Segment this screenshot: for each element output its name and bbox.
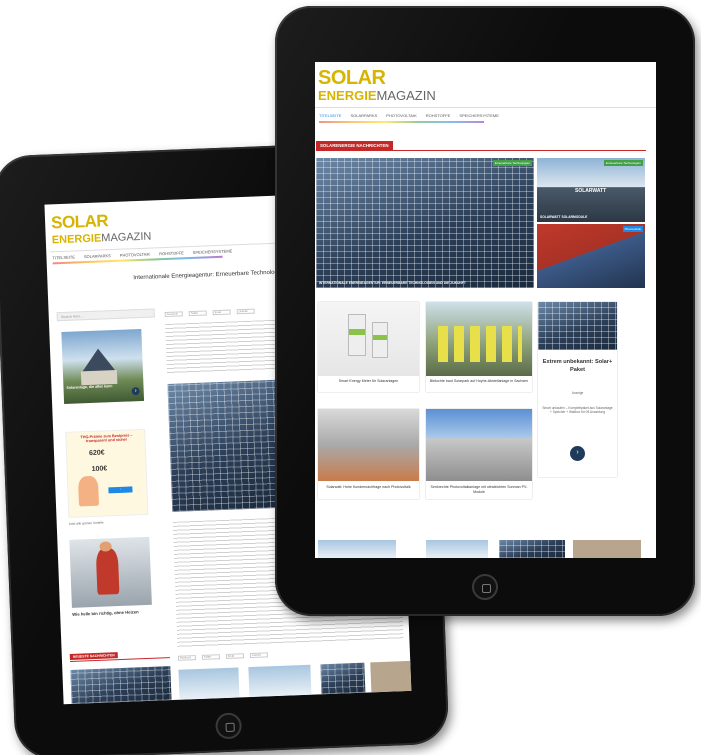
ad-label: Anzeige	[571, 391, 584, 395]
share-twitter[interactable]: Twitter	[201, 654, 221, 660]
logo-magazin: MAGAZIN	[101, 230, 152, 245]
share-bar-bottom: Facebook Twitter Email Linkedin	[177, 652, 268, 661]
news-card[interactable]: Solarwatt: Hohe Kundennachfrage nach Pho…	[318, 409, 419, 499]
ad-person	[77, 475, 100, 507]
search-input[interactable]: Search Here ...	[56, 308, 155, 322]
share-email[interactable]: Email	[212, 309, 231, 316]
section-line	[316, 150, 646, 151]
site-logo[interactable]: SOLAR ENERGIEMAGAZIN	[51, 211, 152, 248]
share-linkedin[interactable]: Linkedin	[249, 652, 268, 659]
share-twitter[interactable]: Twitter	[188, 310, 207, 317]
share-email[interactable]: Email	[225, 653, 245, 659]
share-linkedin[interactable]: Linkedin	[236, 308, 255, 315]
ad-thg[interactable]: THG-Prämie zum Bestpreis – transparent u…	[65, 428, 149, 518]
ad-text: Solaranlage, die alles kann	[66, 384, 113, 390]
related-thumb[interactable]	[178, 667, 240, 700]
card-image	[318, 409, 419, 481]
ad-thg-title: THG-Prämie zum Bestpreis – transparent u…	[80, 433, 133, 444]
meter-device	[372, 322, 388, 358]
card-caption[interactable]: Bietochte baut Solarpark auf Hoyhe-Abste…	[429, 379, 529, 384]
logo-energie: ENERGIE	[318, 88, 377, 103]
logo-magazin: MAGAZIN	[376, 88, 436, 103]
nav-top-line	[315, 107, 656, 108]
nav-item[interactable]: Photovoltaik	[386, 113, 416, 118]
home-button[interactable]	[215, 712, 243, 740]
nav-item[interactable]: Solarparks	[350, 113, 377, 118]
hero-badge[interactable]: Erneuerbare Technologien	[492, 160, 532, 166]
news-card[interactable]: Senkrechte Photovoltaikanlage mit ultral…	[426, 409, 532, 499]
bottom-thumb[interactable]	[499, 540, 565, 558]
related-thumb[interactable]	[370, 660, 412, 693]
bottom-thumb[interactable]	[426, 540, 488, 558]
site-logo[interactable]: SOLAR ENERGIEMAGAZIN	[318, 68, 436, 104]
nav-item[interactable]: Speichersysteme	[459, 113, 499, 118]
front-screen: SOLAR ENERGIEMAGAZIN Titelseite Solarpar…	[315, 62, 656, 558]
ad-arrow-button[interactable]: ›	[570, 446, 585, 461]
card-caption[interactable]: Smart Energy Meter für Solaranlagen	[321, 379, 416, 384]
worker-figure	[95, 548, 120, 595]
card-image	[426, 409, 532, 481]
side1-badge[interactable]: Erneuerbare Technologien	[603, 160, 643, 166]
card-image	[426, 302, 532, 376]
card-image	[318, 302, 419, 376]
solarwatt-logo: SOLARWATT	[575, 188, 607, 194]
ad-worker[interactable]	[69, 536, 152, 608]
ad-thg-caption: Jetzt alle grünen Vorteile	[68, 520, 104, 526]
hero-caption[interactable]: Internationale Energieagentur: Erneuerba…	[319, 281, 529, 285]
ad-thg-price2: 100€	[91, 465, 108, 473]
nav-item[interactable]: Titelseite	[319, 113, 341, 118]
share-facebook[interactable]: Facebook	[164, 311, 183, 318]
nav-underline	[319, 121, 484, 123]
front-tablet: SOLAR ENERGIEMAGAZIN Titelseite Solarpar…	[275, 6, 695, 616]
ad-image	[538, 302, 617, 350]
home-button[interactable]	[472, 574, 498, 600]
related-thumb[interactable]	[320, 662, 366, 695]
logo-line1: SOLAR	[318, 67, 386, 89]
ad-arrow-icon[interactable]: ›	[131, 387, 140, 396]
card-caption[interactable]: Senkrechte Photovoltaikanlage mit ultral…	[429, 485, 529, 495]
bottom-thumb[interactable]	[573, 540, 641, 558]
bottom-thumb[interactable]	[318, 540, 396, 558]
logo-line1: SOLAR	[50, 211, 109, 233]
card-caption[interactable]: Solarwatt: Hohe Kundennachfrage nach Pho…	[321, 485, 416, 490]
share-bar-top: Facebook Twitter Email Linkedin	[164, 308, 255, 318]
main-nav: Titelseite Solarparks Photovoltaik Rohst…	[319, 113, 499, 118]
side-image-solarwatt[interactable]: Erneuerbare Technologien SOLARWATT Solar…	[537, 158, 645, 222]
nav-item[interactable]: Titelseite	[52, 254, 75, 260]
news-card[interactable]: Smart Energy Meter für Solaranlagen	[318, 302, 419, 392]
ad-worker-caption: Wie helle bin richtig, ohne Heizen	[72, 609, 139, 617]
side-image-roof[interactable]: Photovoltaik	[537, 224, 645, 288]
latest-thumb[interactable]	[70, 666, 172, 704]
people-group	[438, 326, 522, 362]
ad-thg-price: 620€	[88, 449, 105, 458]
ad-thg-button[interactable]: ›	[108, 486, 133, 494]
news-card[interactable]: Bietochte baut Solarpark auf Hoyhe-Abste…	[426, 302, 532, 392]
nav-item[interactable]: Speichersysteme	[193, 248, 233, 255]
ad-subtext: Smart unkaufen – Komplettpaket aus Solar…	[542, 406, 613, 415]
ad-solar-paket[interactable]: Extrem unbekannt: Solar+ Paket Anzeige S…	[538, 302, 617, 477]
section-header: SOLARENERGIE NACHRICHTEN	[316, 141, 393, 150]
nav-item[interactable]: Solarparks	[84, 253, 111, 259]
house-wall	[80, 369, 118, 386]
nav-item[interactable]: Rohstoffe	[426, 113, 451, 118]
ad-title: Extrem unbekannt: Solar+ Paket	[542, 359, 613, 373]
article-image	[167, 379, 283, 512]
article-title: Internationale Energieagentur: Erneuerba…	[133, 269, 287, 282]
side1-caption[interactable]: Solarwatt Solarmodule	[540, 215, 640, 219]
nav-item[interactable]: Photovoltaik	[120, 252, 151, 258]
logo-energie: ENERGIE	[51, 232, 102, 247]
hero-image[interactable]: Erneuerbare Technologien Internationale …	[316, 158, 534, 288]
meter-device	[348, 314, 366, 356]
ad-solar-house[interactable]: Solaranlage, die alles kann ›	[61, 328, 145, 404]
share-facebook[interactable]: Facebook	[177, 655, 197, 661]
related-thumb[interactable]	[248, 664, 312, 698]
nav-item[interactable]: Rohstoffe	[159, 250, 184, 256]
side2-badge[interactable]: Photovoltaik	[622, 226, 643, 232]
